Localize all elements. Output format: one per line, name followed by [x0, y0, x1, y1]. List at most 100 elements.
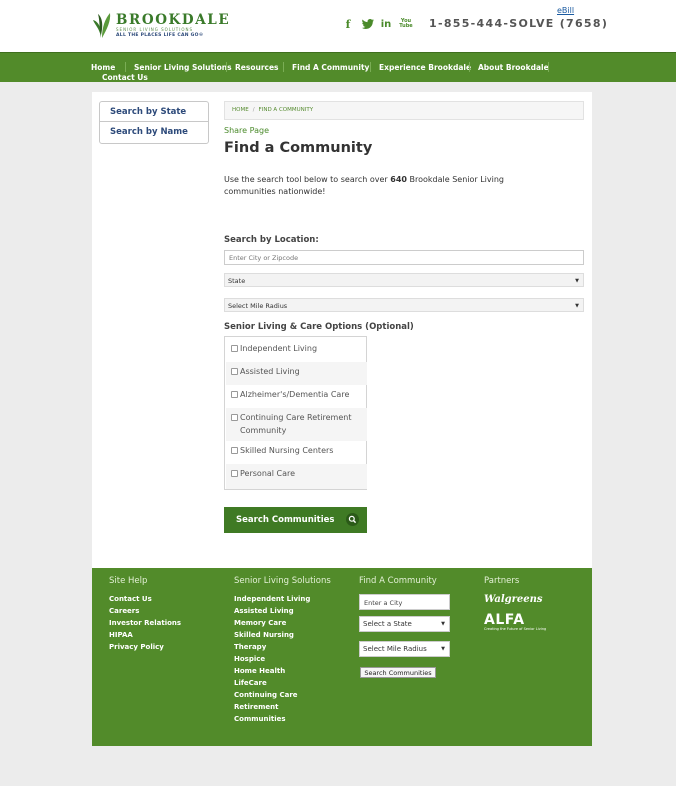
logo-subtitle: SENIOR LIVING SOLUTIONS — [116, 27, 194, 32]
checkbox[interactable] — [231, 470, 238, 477]
main-nav: Home Senior Living Solutions Resources F… — [0, 52, 676, 82]
footer-search-button[interactable]: Search Communities — [360, 667, 436, 678]
phone-number[interactable]: 1-855-444-SOLVE (7658) — [429, 17, 608, 30]
care-option-label: Continuing Care Retirement Community — [240, 413, 352, 435]
footer-link-hipaa[interactable]: HIPAA — [109, 631, 133, 639]
care-options-label: Senior Living & Care Options (Optional) — [224, 322, 414, 332]
care-option-label: Assisted Living — [240, 367, 300, 376]
dropdown-arrow-icon: ▼ — [441, 621, 445, 627]
nav-item-about-brookdale[interactable]: About Brookdale — [478, 63, 549, 72]
care-option-label: Alzheimer's/Dementia Care — [240, 390, 350, 399]
footer-city-input[interactable]: Enter a City — [359, 594, 450, 610]
footer-link-hospice[interactable]: Hospice — [234, 655, 265, 663]
care-option-label: Skilled Nursing Centers — [240, 446, 334, 455]
checkbox[interactable] — [231, 368, 238, 375]
footer-link-lifecare[interactable]: LifeCare — [234, 679, 267, 687]
breadcrumb-home[interactable]: HOME — [232, 107, 249, 113]
nav-divider — [548, 62, 549, 72]
search-communities-button[interactable]: Search Communities — [224, 507, 367, 533]
care-option-personal-care[interactable]: Personal Care — [226, 464, 367, 489]
care-option-continuing-care[interactable]: Continuing Care Retirement Community — [226, 408, 367, 441]
footer-link-careers[interactable]: Careers — [109, 607, 139, 615]
magnifier-icon — [348, 515, 357, 524]
twitter-bird-icon — [362, 19, 374, 29]
alfa-logo[interactable]: ALFA Creating the Future of Senior Livin… — [484, 613, 546, 632]
location-label: Search by Location: — [224, 235, 319, 245]
search-tabs: Search by State Search by Name — [99, 101, 209, 144]
footer-link-memory-care[interactable]: Memory Care — [234, 619, 286, 627]
footer-link-continuing-care[interactable]: Continuing Care — [234, 691, 298, 699]
care-option-assisted-living[interactable]: Assisted Living — [226, 362, 367, 385]
footer-link-privacy-policy[interactable]: Privacy Policy — [109, 643, 164, 651]
breadcrumb: HOME / FIND A COMMUNITY — [224, 101, 584, 120]
checkbox[interactable] — [231, 345, 238, 352]
facebook-icon[interactable]: f — [343, 17, 353, 31]
footer-link-investor-relations[interactable]: Investor Relations — [109, 619, 181, 627]
care-option-independent-living[interactable]: Independent Living — [226, 338, 367, 362]
tab-search-by-name[interactable]: Search by Name — [100, 122, 208, 143]
footer-heading-site-help: Site Help — [109, 576, 148, 586]
intro-text: Use the search tool below to search over… — [224, 174, 554, 198]
care-option-label: Personal Care — [240, 469, 296, 478]
footer-link-communities[interactable]: Communities — [234, 715, 286, 723]
dropdown-arrow-icon: ▼ — [575, 278, 579, 284]
mile-radius-select[interactable]: Select Mile Radius ▼ — [224, 298, 584, 312]
footer-link-contact-us[interactable]: Contact Us — [109, 595, 152, 603]
dropdown-arrow-icon: ▼ — [575, 303, 579, 309]
alfa-logo-name: ALFA — [484, 612, 525, 628]
footer-state-select-value: Select a State — [363, 620, 412, 628]
breadcrumb-current: FIND A COMMUNITY — [258, 107, 314, 113]
nav-item-senior-living-solutions[interactable]: Senior Living Solutions — [134, 63, 232, 72]
nav-divider — [125, 62, 126, 72]
breadcrumb-separator: / — [252, 107, 255, 113]
dropdown-arrow-icon: ▼ — [441, 646, 445, 652]
state-select[interactable]: State ▼ — [224, 273, 584, 287]
care-option-label: Independent Living — [240, 344, 318, 353]
city-zip-input[interactable] — [224, 250, 584, 265]
footer-state-select[interactable]: Select a State ▼ — [359, 616, 450, 632]
linkedin-icon[interactable]: in — [380, 17, 392, 31]
footer-link-therapy[interactable]: Therapy — [234, 643, 266, 651]
nav-divider — [283, 62, 284, 72]
nav-item-contact-us[interactable]: Contact Us — [102, 73, 148, 82]
checkbox[interactable] — [231, 414, 238, 421]
footer-link-retirement[interactable]: Retirement — [234, 703, 278, 711]
footer-link-skilled-nursing[interactable]: Skilled Nursing — [234, 631, 294, 639]
footer-mile-radius-select-value: Select Mile Radius — [363, 645, 427, 653]
footer-heading-partners: Partners — [484, 576, 520, 586]
page-title: Find a Community — [224, 140, 373, 156]
checkbox[interactable] — [231, 447, 238, 454]
search-icon — [346, 513, 359, 526]
share-page-link[interactable]: Share Page — [224, 126, 269, 135]
mile-radius-select-value: Select Mile Radius — [228, 302, 288, 310]
footer-link-home-health[interactable]: Home Health — [234, 667, 285, 675]
twitter-icon[interactable] — [361, 17, 375, 31]
nav-item-experience-brookdale[interactable]: Experience Brookdale — [379, 63, 471, 72]
youtube-icon[interactable]: You Tube — [399, 17, 413, 31]
search-button-label: Search Communities — [236, 515, 335, 525]
state-select-value: State — [228, 277, 246, 285]
walgreens-logo[interactable]: Walgreens — [484, 594, 543, 605]
care-option-alzheimers-dementia[interactable]: Alzheimer's/Dementia Care — [226, 385, 367, 408]
footer-heading-find-a-community: Find A Community — [359, 576, 437, 586]
nav-item-find-a-community[interactable]: Find A Community — [292, 63, 369, 72]
care-option-skilled-nursing[interactable]: Skilled Nursing Centers — [226, 441, 367, 464]
alfa-logo-tagline: Creating the Future of Senior Living — [484, 627, 547, 631]
nav-divider — [469, 62, 470, 72]
logo-tagline: ALL THE PLACES LIFE CAN GO® — [116, 33, 204, 38]
nav-item-home[interactable]: Home — [91, 63, 115, 72]
intro-text-start: Use the search tool below to search over — [224, 175, 391, 184]
checkbox[interactable] — [231, 391, 238, 398]
ebill-link[interactable]: eBill — [557, 6, 574, 15]
care-options-list: Independent Living Assisted Living Alzhe… — [224, 336, 367, 490]
nav-divider — [226, 62, 227, 72]
footer-link-assisted-living[interactable]: Assisted Living — [234, 607, 294, 615]
footer-link-independent-living[interactable]: Independent Living — [234, 595, 310, 603]
footer-mile-radius-select[interactable]: Select Mile Radius ▼ — [359, 641, 450, 657]
community-count: 640 — [390, 175, 407, 184]
nav-item-resources[interactable]: Resources — [235, 63, 279, 72]
leaf-icon — [93, 13, 111, 38]
tab-search-by-state[interactable]: Search by State — [100, 102, 208, 122]
brookdale-logo[interactable]: BROOKDALE SENIOR LIVING SOLUTIONS ALL TH… — [91, 11, 229, 41]
footer-heading-senior-living-solutions: Senior Living Solutions — [234, 576, 331, 586]
